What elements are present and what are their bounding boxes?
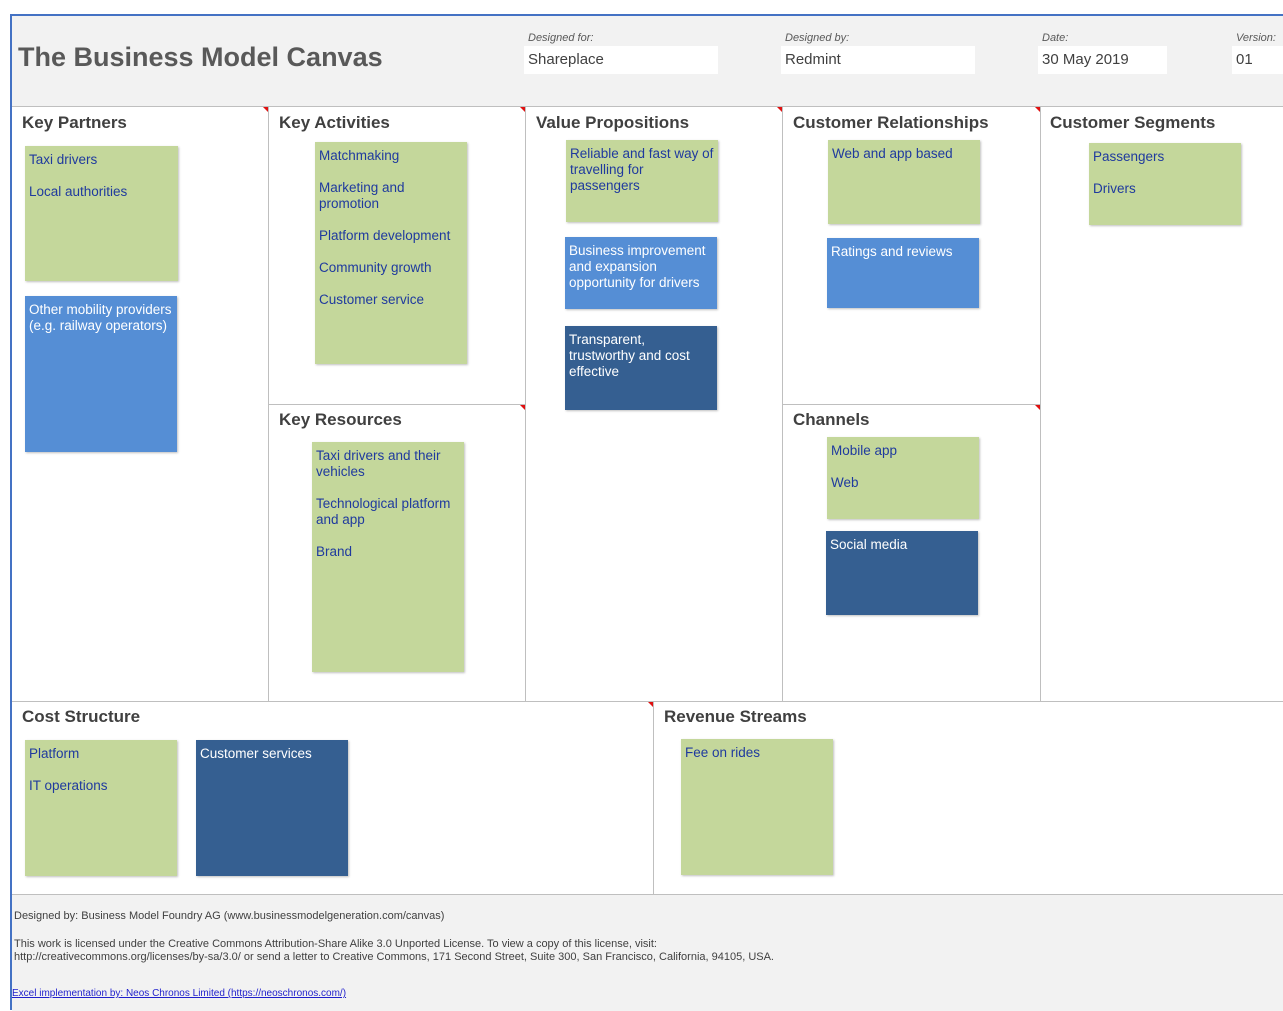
sticky-note[interactable]: Fee on rides <box>681 739 833 875</box>
note-item: Web and app based <box>832 146 953 161</box>
note-item: Passengers <box>1093 149 1165 164</box>
note-item: Drivers <box>1093 181 1136 196</box>
sticky-note[interactable]: Mobile app Web <box>827 437 979 519</box>
revenue-streams-title: Revenue Streams <box>664 707 807 726</box>
sticky-note[interactable]: Other mobility providers (e.g. railway o… <box>25 296 177 452</box>
excel-implementation-link[interactable]: Excel implementation by: Neos Chronos Li… <box>12 988 346 999</box>
key-activities-title: Key Activities <box>279 113 390 132</box>
customer-segments-title: Customer Segments <box>1050 113 1216 132</box>
note-item: Business improvement and expansion oppor… <box>569 243 706 290</box>
page-title: The Business Model Canvas <box>18 42 383 72</box>
note-item: IT operations <box>29 778 108 793</box>
sticky-note[interactable]: Web and app based <box>828 140 980 224</box>
note-item: Matchmaking <box>319 148 400 163</box>
designed-by-label: Designed by: <box>785 32 850 44</box>
date-field[interactable]: 30 May 2019 <box>1038 46 1167 74</box>
sticky-note[interactable]: Business improvement and expansion oppor… <box>565 237 717 309</box>
sticky-note[interactable]: Reliable and fast way of travelling for … <box>566 140 718 222</box>
version-label: Version: <box>1236 32 1276 44</box>
note-item: Customer service <box>319 292 425 307</box>
designed-for-label: Designed for: <box>528 32 594 44</box>
sticky-note[interactable]: Transparent, trustworthy and cost effect… <box>565 326 717 410</box>
comment-marker-icon <box>777 107 782 112</box>
key-resources-title: Key Resources <box>279 410 402 429</box>
note-item: Social media <box>830 537 908 552</box>
grid-divider <box>782 404 1041 405</box>
note-item: Community growth <box>319 260 432 275</box>
comment-marker-icon <box>263 107 268 112</box>
sticky-note[interactable]: Platform IT operations <box>25 740 177 876</box>
sticky-note[interactable]: Social media <box>826 531 978 615</box>
sticky-note[interactable]: Taxi drivers Local authorities <box>25 146 178 281</box>
sticky-note[interactable]: Taxi drivers and their vehicles Technolo… <box>312 442 464 672</box>
comment-marker-icon <box>1035 107 1040 112</box>
note-item: Ratings and reviews <box>831 244 953 259</box>
sticky-note[interactable]: Ratings and reviews <box>827 238 979 308</box>
grid-divider <box>653 701 654 894</box>
comment-marker-icon <box>648 702 653 707</box>
designed-for-field[interactable]: Shareplace <box>524 46 718 74</box>
date-label: Date: <box>1042 32 1069 44</box>
note-item: Customer services <box>200 746 312 761</box>
note-item: Transparent, trustworthy and cost effect… <box>569 332 690 379</box>
note-item: Reliable and fast way of travelling for … <box>570 146 714 193</box>
sticky-note[interactable]: Customer services <box>196 740 348 876</box>
note-item: Taxi drivers <box>29 152 98 167</box>
comment-marker-icon <box>520 107 525 112</box>
license-text-line2: http://creativecommons.org/licenses/by-s… <box>14 951 774 963</box>
note-item: Mobile app <box>831 443 898 458</box>
note-item: Brand <box>316 544 353 559</box>
note-item: Platform development <box>319 228 451 243</box>
channels-title: Channels <box>793 410 870 429</box>
grid-divider <box>268 404 526 405</box>
note-item: Technological platform and app <box>316 496 451 527</box>
note-item: Fee on rides <box>685 745 761 760</box>
note-item: Platform <box>29 746 80 761</box>
note-item: Marketing and promotion <box>319 180 405 211</box>
designed-by-field[interactable]: Redmint <box>781 46 975 74</box>
customer-relationships-title: Customer Relationships <box>793 113 989 132</box>
note-item: Taxi drivers and their vehicles <box>316 448 441 479</box>
note-item: Other mobility providers (e.g. railway o… <box>29 302 172 333</box>
sticky-note[interactable]: Matchmaking Marketing and promotion Plat… <box>315 142 467 364</box>
comment-marker-icon <box>1035 405 1040 410</box>
license-text-line1: This work is licensed under the Creative… <box>14 938 657 950</box>
sticky-note[interactable]: Passengers Drivers <box>1089 143 1241 225</box>
version-field[interactable]: 01 <box>1232 46 1283 74</box>
value-propositions-title: Value Propositions <box>536 113 690 132</box>
comment-marker-icon <box>520 405 525 410</box>
key-partners-title: Key Partners <box>22 113 127 132</box>
note-item: Local authorities <box>29 184 128 199</box>
designed-by-credit: Designed by: Business Model Foundry AG (… <box>14 910 445 922</box>
note-item: Web <box>831 475 859 490</box>
cost-structure-title: Cost Structure <box>22 707 141 726</box>
